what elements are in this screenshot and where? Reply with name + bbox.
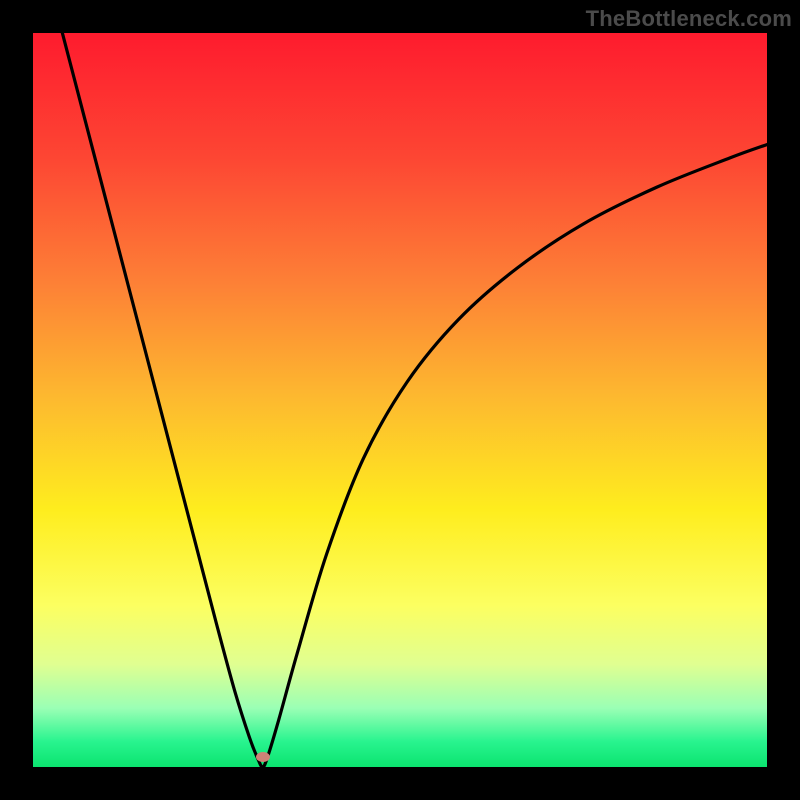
chart-frame: TheBottleneck.com xyxy=(0,0,800,800)
curve-minimum-marker xyxy=(256,752,270,762)
plot-area xyxy=(33,33,767,767)
chart-curve xyxy=(33,33,767,767)
watermark-text: TheBottleneck.com xyxy=(586,6,792,32)
